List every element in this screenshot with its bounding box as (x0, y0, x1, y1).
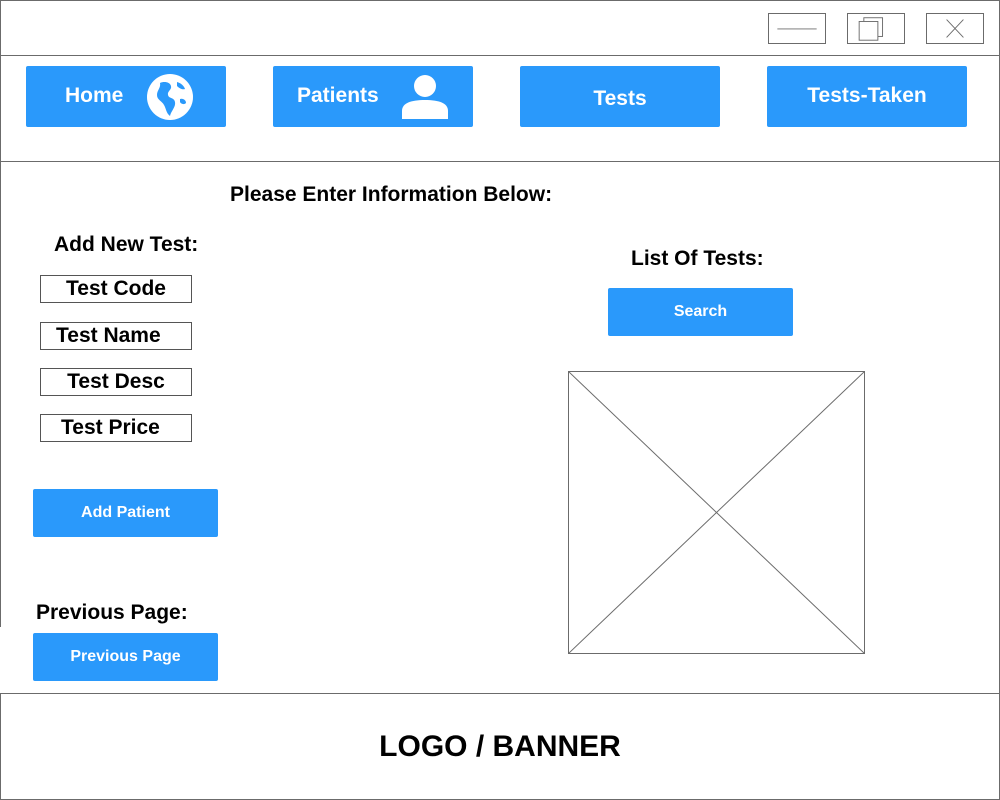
restore-button[interactable] (847, 13, 905, 44)
previous-page-button[interactable]: Previous Page (33, 633, 218, 681)
list-of-tests-heading: List Of Tests: (631, 247, 764, 270)
image-placeholder-icon (569, 372, 864, 653)
footer-banner: LOGO / BANNER (0, 693, 1000, 800)
nav-tests-taken-button[interactable]: Tests-Taken (767, 66, 967, 127)
minimize-icon (777, 28, 817, 30)
test-code-field[interactable] (40, 275, 192, 303)
previous-page-heading: Previous Page: (36, 601, 188, 624)
logo-banner-text: LOGO / BANNER (379, 729, 621, 763)
add-new-test-heading: Add New Test: (54, 233, 199, 256)
test-desc-field[interactable] (40, 368, 192, 396)
close-button[interactable] (926, 13, 984, 44)
test-name-field[interactable] (40, 322, 192, 350)
nav-home-label: Home (65, 84, 124, 107)
content-left-border (0, 161, 1, 627)
nav-home-button[interactable]: Home (26, 66, 226, 127)
nav-patients-button[interactable]: Patients (273, 66, 473, 127)
add-patient-button[interactable]: Add Patient (33, 489, 218, 537)
tests-list-area (568, 371, 865, 654)
nav-tests-label: Tests (593, 86, 647, 110)
nav-tests-button[interactable]: Tests (520, 66, 720, 127)
user-icon (402, 75, 448, 119)
minimize-button[interactable] (768, 13, 826, 44)
test-price-field[interactable] (40, 414, 192, 442)
search-button[interactable]: Search (608, 288, 793, 336)
close-icon (946, 19, 964, 38)
nav-tests-taken-label: Tests-Taken (807, 83, 927, 107)
restore-icon (858, 17, 884, 41)
title-bar (0, 0, 1000, 56)
nav-patients-label: Patients (297, 84, 379, 107)
globe-icon (147, 74, 193, 120)
instruction-text: Please Enter Information Below: (230, 183, 553, 206)
